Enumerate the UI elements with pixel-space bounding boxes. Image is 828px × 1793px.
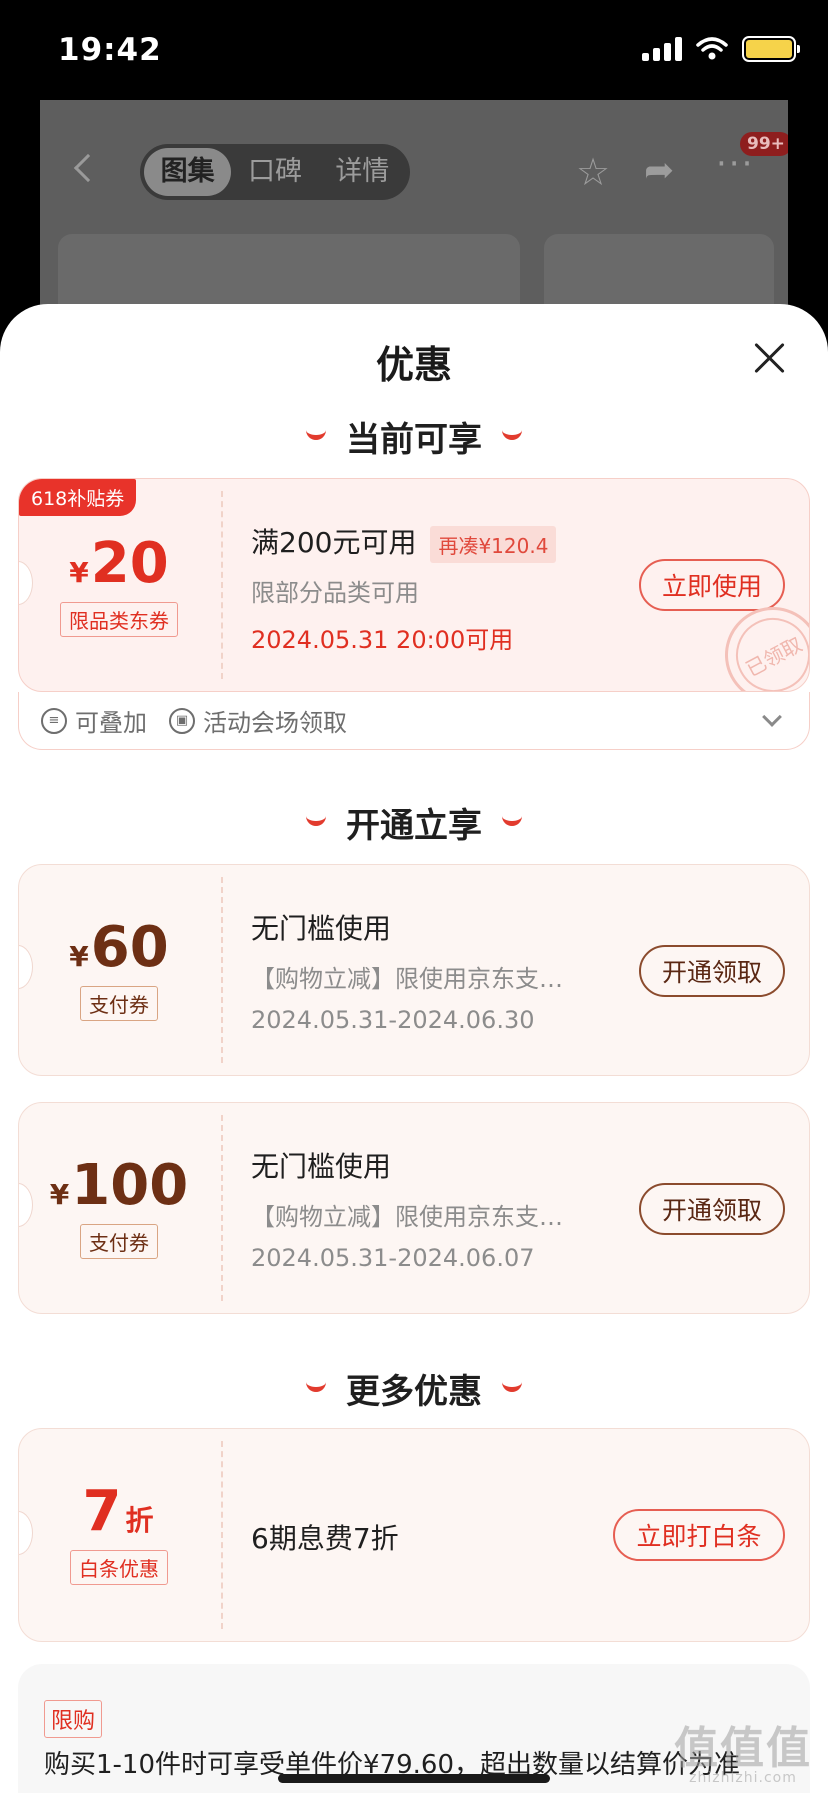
- currency-symbol: ¥: [49, 1178, 70, 1211]
- coupon-value: 7 折 白条优惠: [19, 1479, 219, 1585]
- smile-decoration-icon: [306, 1382, 326, 1392]
- close-icon[interactable]: [752, 340, 788, 376]
- coupon-info: 无门槛使用 【购物立减】限使用京东支… 2024.05.31-2024.06.3…: [251, 907, 563, 1034]
- coupon-title: 无门槛使用: [251, 912, 392, 945]
- signal-icon: [642, 37, 682, 61]
- coupon-subtitle: 【购物立减】限使用京东支…: [251, 1203, 563, 1231]
- offers-sheet: 优惠 当前可享 618补贴券 ¥ 20 限品类东券 满200元可用 再凑¥120.…: [0, 304, 828, 1793]
- share-icon: ➦: [644, 150, 675, 191]
- coupon-value: ¥ 60 支付券: [19, 915, 219, 1021]
- section-header-current: 当前可享: [0, 412, 828, 461]
- coupon-date: 2024.05.31-2024.06.07: [251, 1244, 535, 1272]
- coupon-type-tag: 白条优惠: [70, 1550, 168, 1585]
- coupon-card-subsidy[interactable]: 618补贴券 ¥ 20 限品类东券 满200元可用 再凑¥120.4 限部分品类可…: [18, 478, 810, 692]
- currency-symbol: ¥: [69, 940, 89, 973]
- coupon-amount: 20: [90, 531, 169, 596]
- coupon-card-payment-100[interactable]: ¥ 100 支付券 无门槛使用 【购物立减】限使用京东支… 2024.05.31…: [18, 1102, 810, 1314]
- coupon-amount: 100: [71, 1153, 189, 1218]
- star-icon: ☆: [576, 150, 611, 194]
- smile-decoration-icon: [306, 430, 326, 440]
- discount-unit: 折: [125, 1504, 154, 1537]
- feature-label: 可叠加: [75, 709, 147, 737]
- activate-claim-button[interactable]: 开通领取: [639, 945, 785, 997]
- coupon-type-tag: 支付券: [80, 986, 158, 1021]
- coupon-condition: 满200元可用 再凑¥120.4: [251, 521, 557, 563]
- smile-decoration-icon: [306, 816, 326, 826]
- section-title: 当前可享: [346, 420, 482, 460]
- section-title: 开通立享: [346, 806, 482, 846]
- coupon-subtitle: 限部分品类可用: [251, 578, 419, 607]
- activate-claim-button[interactable]: 开通领取: [639, 1183, 785, 1235]
- coupon-title: 无门槛使用: [251, 1150, 392, 1183]
- coupon-card-payment-60[interactable]: ¥ 60 支付券 无门槛使用 【购物立减】限使用京东支… 2024.05.31-…: [18, 864, 810, 1076]
- background-header: 图集 口碑 详情 ☆ ➦ ··· 99+: [40, 132, 788, 220]
- chevron-down-icon[interactable]: [762, 707, 782, 727]
- coupon-footer[interactable]: ≡ 可叠加 ▣ 活动会场领取: [18, 692, 810, 750]
- wifi-icon: [696, 37, 728, 60]
- feature-label: 活动会场领取: [203, 709, 347, 737]
- coupon-subtitle: 【购物立减】限使用京东支…: [251, 965, 563, 993]
- stack-icon: ≡: [41, 707, 67, 734]
- background-tabs: 图集 口碑 详情: [140, 144, 410, 200]
- feature-stackable: ≡ 可叠加: [41, 703, 147, 738]
- watermark: 值值值 zhizhizhi.com: [674, 1723, 812, 1786]
- sheet-title: 优惠: [375, 343, 452, 387]
- coupon-info: 6期息费7折: [251, 1517, 399, 1557]
- coupon-title: 满200元可用: [251, 526, 417, 559]
- currency-symbol: ¥: [69, 556, 89, 589]
- section-title: 更多优惠: [346, 1372, 482, 1412]
- section-header-more: 更多优惠: [0, 1364, 828, 1413]
- section-header-open: 开通立享: [0, 798, 828, 847]
- coupon-corner-tag: 618补贴券: [19, 479, 137, 516]
- coupon-title: 6期息费7折: [251, 1522, 399, 1555]
- tab-details: 详情: [335, 156, 390, 187]
- use-baitiao-button[interactable]: 立即打白条: [613, 1509, 785, 1561]
- ticket-icon: ▣: [169, 707, 195, 734]
- coupon-amount: 60: [90, 915, 169, 980]
- tab-reviews: 口碑: [247, 156, 302, 187]
- status-icons: [642, 36, 800, 62]
- coupon-value: ¥ 100 支付券: [19, 1153, 219, 1259]
- coupon-card-baitiao[interactable]: 7 折 白条优惠 6期息费7折 立即打白条: [18, 1428, 810, 1642]
- home-indicator[interactable]: [278, 1774, 550, 1783]
- coupon-type-tag: 支付券: [80, 1224, 158, 1259]
- back-icon: [73, 153, 103, 183]
- status-time: 19:42: [58, 32, 162, 68]
- coupon-date: 2024.05.31 20:00可用: [251, 625, 514, 654]
- coupon-type-tag: 限品类东券: [60, 602, 178, 637]
- limit-tag: 限购: [44, 1700, 103, 1738]
- need-more-badge: 再凑¥120.4: [430, 525, 557, 563]
- coupon-date: 2024.05.31-2024.06.30: [251, 1006, 535, 1034]
- smile-decoration-icon: [502, 1382, 522, 1392]
- feature-venue: ▣ 活动会场领取: [169, 703, 347, 738]
- coupon-value: ¥ 20 限品类东券: [19, 531, 219, 637]
- coupon-info: 无门槛使用 【购物立减】限使用京东支… 2024.05.31-2024.06.0…: [251, 1145, 563, 1272]
- smile-decoration-icon: [502, 816, 522, 826]
- battery-icon: [742, 36, 800, 62]
- notification-badge: 99+: [740, 132, 788, 156]
- status-bar: 19:42: [0, 0, 828, 100]
- smile-decoration-icon: [502, 430, 522, 440]
- coupon-info: 满200元可用 再凑¥120.4 限部分品类可用 2024.05.31 20:00…: [251, 521, 557, 655]
- use-now-button[interactable]: 立即使用: [639, 559, 785, 611]
- discount-amount: 7: [82, 1479, 122, 1544]
- tab-gallery: 图集: [144, 148, 232, 196]
